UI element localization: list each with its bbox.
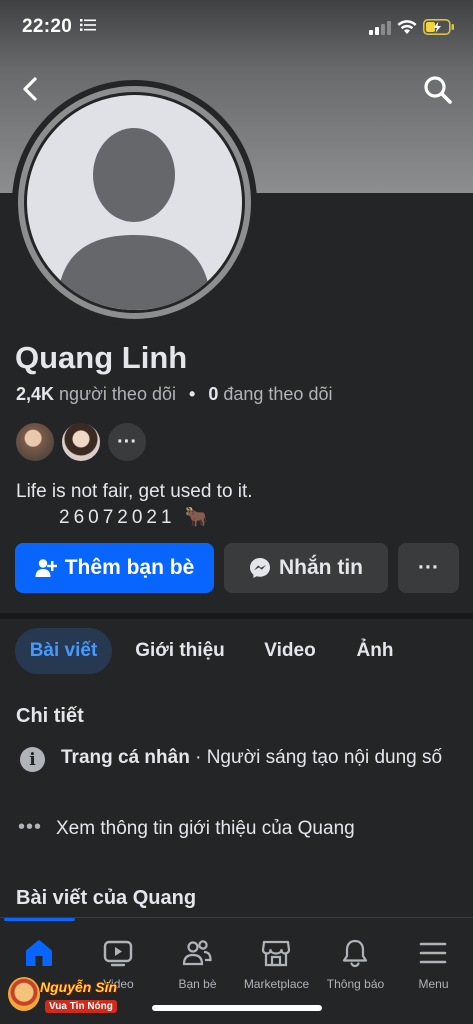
followers-count: 2,4K [16,384,55,404]
more-actions-button[interactable]: ··· [398,543,459,593]
watermark-logo: Nguyễn Sin Vua Tin Nóng [8,973,118,1017]
bio-text-line2: 26072021 🐂 [59,507,213,528]
bio-text: Life is not fair, get used to it. [16,481,253,502]
bell-icon [342,939,368,968]
wifi-icon [397,20,417,34]
see-about-row[interactable]: ••• Xem thông tin giới thiệu của Quang [16,816,461,844]
tab-about[interactable]: Giới thiệu [125,628,235,674]
menu-icon [419,942,447,964]
watermark-name: Nguyễn Sin [40,979,118,995]
info-icon: i [20,747,45,772]
profile-name: Quang Linh [15,340,188,375]
following-count: 0 [208,384,219,404]
friends-icon [182,940,212,966]
profile-avatar[interactable] [12,80,257,325]
status-bar: 22:20 [0,0,473,58]
home-icon [26,940,52,966]
watermark-mascot [8,977,40,1011]
nav-marketplace[interactable]: Marketplace [237,918,316,998]
friend-avatar[interactable] [60,421,102,463]
more-friends-button[interactable]: ··· [106,421,148,463]
friend-avatar[interactable] [14,421,56,463]
page-type-label: Trang cá nhân [61,747,190,768]
messenger-icon [250,558,270,578]
nav-menu[interactable]: Menu [394,918,473,998]
status-time: 22:20 [22,16,73,37]
add-friend-button[interactable]: Thêm bạn bè [15,543,214,593]
more-dots-icon: ••• [18,816,43,838]
see-about-link[interactable]: Xem thông tin giới thiệu của Quang [56,818,355,840]
followers-label: người theo dõi [59,384,176,404]
section-divider [0,613,473,619]
details-title: Chi tiết [16,705,84,727]
following-label: đang theo dõi [223,384,333,404]
add-friend-icon [35,559,57,577]
tab-posts[interactable]: Bài viết [15,628,112,674]
default-avatar-icon [24,92,245,313]
search-icon[interactable] [422,74,454,106]
list-status-icon [80,19,96,31]
active-indicator [4,918,75,921]
nav-friends[interactable]: Bạn bè [158,918,237,998]
battery-charging-icon [423,19,454,35]
tab-video[interactable]: Video [250,628,330,674]
posts-title: Bài viết của Quang [16,887,197,909]
page-type-value: · Người sáng tạo nội dung số [189,747,443,768]
tab-photos[interactable]: Ảnh [345,628,405,674]
nav-notifications[interactable]: Thông báo [316,918,395,998]
home-indicator [152,1005,322,1011]
video-icon [103,940,133,967]
watermark-tagline: Vua Tin Nóng [45,1000,117,1013]
back-chevron-icon[interactable] [16,74,46,104]
signal-icon [369,21,391,35]
follow-stats[interactable]: 2,4K người theo dõi • 0 đang theo dõi [16,384,332,405]
marketplace-icon [261,940,291,967]
message-button[interactable]: Nhắn tin [224,543,388,593]
